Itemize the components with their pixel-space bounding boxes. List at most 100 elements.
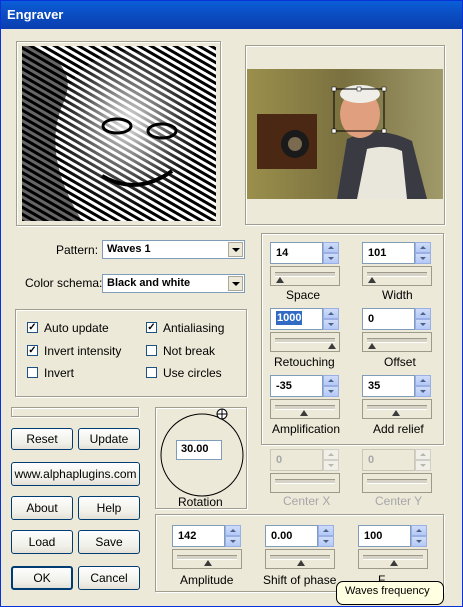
save-button[interactable]: Save (78, 530, 140, 554)
invert-checkbox[interactable] (27, 367, 38, 378)
spin-down-icon[interactable] (415, 319, 431, 330)
offset-control[interactable]: 0 (362, 308, 432, 355)
spin-down-icon[interactable] (323, 460, 339, 471)
slider-thumb[interactable] (204, 560, 212, 566)
width-label: Width (382, 288, 413, 302)
chevron-down-icon[interactable] (228, 242, 243, 257)
slider-thumb[interactable] (276, 277, 284, 283)
website-button[interactable]: www.alphaplugins.com (11, 462, 140, 486)
amplitude-slider[interactable] (172, 549, 242, 569)
invert-intensity-checkbox[interactable]: ✓ (27, 345, 38, 356)
slider-thumb[interactable] (300, 410, 308, 416)
spin-up-icon[interactable] (415, 308, 431, 319)
engraver-dialog: Engraver Pattern: Waves 1 Color schema: … (0, 0, 463, 607)
about-button[interactable]: About (11, 496, 73, 520)
help-button[interactable]: Help (78, 496, 140, 520)
width-slider[interactable] (362, 266, 432, 286)
amplification-input[interactable]: -35 (270, 375, 323, 397)
space-input[interactable]: 14 (270, 242, 323, 264)
retouching-slider[interactable] (270, 332, 340, 352)
center-x-input[interactable]: 0 (270, 449, 323, 471)
load-button[interactable]: Load (11, 530, 73, 554)
retouching-value: 1000 (276, 311, 303, 325)
amplitude-control[interactable]: 142 (172, 525, 242, 572)
not-break-label: Not break (163, 344, 216, 358)
spin-up-icon[interactable] (323, 308, 339, 319)
spin-down-icon[interactable] (323, 253, 339, 264)
slider-thumb[interactable] (328, 343, 336, 349)
shift-of-phase-input[interactable]: 0.00 (265, 525, 318, 547)
center-x-label: Center X (283, 494, 331, 508)
retouching-input[interactable]: 1000 (270, 308, 323, 330)
spin-down-icon[interactable] (411, 536, 427, 547)
center-y-input[interactable]: 0 (362, 449, 415, 471)
not-break-checkbox[interactable] (146, 345, 157, 356)
original-photo[interactable] (247, 69, 443, 199)
center-y-slider[interactable] (362, 473, 432, 493)
width-input[interactable]: 101 (362, 242, 415, 264)
reset-button[interactable]: Reset (11, 428, 73, 450)
spin-up-icon[interactable] (415, 375, 431, 386)
width-control[interactable]: 101 (362, 242, 432, 289)
amplification-control[interactable]: -35 (270, 375, 340, 422)
waves-frequency-tooltip: Waves frequency (336, 581, 444, 605)
invert-intensity-label: Invert intensity (44, 344, 122, 358)
shift-of-phase-slider[interactable] (265, 549, 335, 569)
center-x-slider[interactable] (270, 473, 340, 493)
spin-up-icon[interactable] (318, 525, 334, 536)
slider-thumb[interactable] (390, 560, 398, 566)
update-button[interactable]: Update (78, 428, 140, 450)
add-relief-slider[interactable] (362, 399, 432, 419)
retouching-control[interactable]: 1000 (270, 308, 340, 355)
spin-down-icon[interactable] (415, 460, 431, 471)
color-schema-value: Black and white (107, 277, 191, 289)
space-control[interactable]: 14 (270, 242, 340, 289)
slider-thumb[interactable] (297, 560, 305, 566)
add-relief-label: Add relief (373, 422, 424, 436)
spin-up-icon[interactable] (411, 525, 427, 536)
antialiasing-checkbox[interactable]: ✓ (146, 322, 157, 333)
progress-bar (11, 407, 139, 417)
spin-down-icon[interactable] (318, 536, 334, 547)
invert-label: Invert (44, 366, 75, 380)
add-relief-input[interactable]: 35 (362, 375, 415, 397)
spin-down-icon[interactable] (415, 253, 431, 264)
ok-button[interactable]: OK (11, 566, 73, 590)
amplification-label: Amplification (272, 422, 341, 436)
amplitude-input[interactable]: 142 (172, 525, 225, 547)
slider-thumb[interactable] (368, 343, 376, 349)
offset-input[interactable]: 0 (362, 308, 415, 330)
window-title: Engraver (7, 7, 64, 22)
rotation-input[interactable]: 30.00 (176, 440, 222, 460)
spin-down-icon[interactable] (323, 386, 339, 397)
spin-up-icon[interactable] (323, 242, 339, 253)
center-y-control[interactable]: 0 (362, 449, 432, 496)
spin-down-icon[interactable] (415, 386, 431, 397)
shift-of-phase-control[interactable]: 0.00 (265, 525, 335, 572)
use-circles-checkbox[interactable] (146, 367, 157, 378)
auto-update-checkbox[interactable]: ✓ (27, 322, 38, 333)
spin-down-icon[interactable] (225, 536, 241, 547)
color-schema-dropdown[interactable]: Black and white (102, 274, 245, 293)
title-bar: Engraver (1, 1, 462, 29)
center-y-label: Center Y (375, 494, 423, 508)
spin-up-icon[interactable] (323, 449, 339, 460)
slider-thumb[interactable] (392, 410, 400, 416)
chevron-down-icon[interactable] (228, 276, 243, 291)
pattern-dropdown[interactable]: Waves 1 (102, 240, 245, 259)
spin-up-icon[interactable] (323, 375, 339, 386)
cancel-button[interactable]: Cancel (78, 566, 140, 590)
waves-frequency-control[interactable]: 100 (358, 525, 428, 572)
offset-slider[interactable] (362, 332, 432, 352)
spin-up-icon[interactable] (415, 242, 431, 253)
center-x-control[interactable]: 0 (270, 449, 340, 496)
slider-thumb[interactable] (368, 277, 376, 283)
waves-frequency-slider[interactable] (358, 549, 428, 569)
spin-up-icon[interactable] (415, 449, 431, 460)
add-relief-control[interactable]: 35 (362, 375, 432, 422)
space-slider[interactable] (270, 266, 340, 286)
spin-down-icon[interactable] (323, 319, 339, 330)
amplification-slider[interactable] (270, 399, 340, 419)
spin-up-icon[interactable] (225, 525, 241, 536)
waves-frequency-input[interactable]: 100 (358, 525, 411, 547)
